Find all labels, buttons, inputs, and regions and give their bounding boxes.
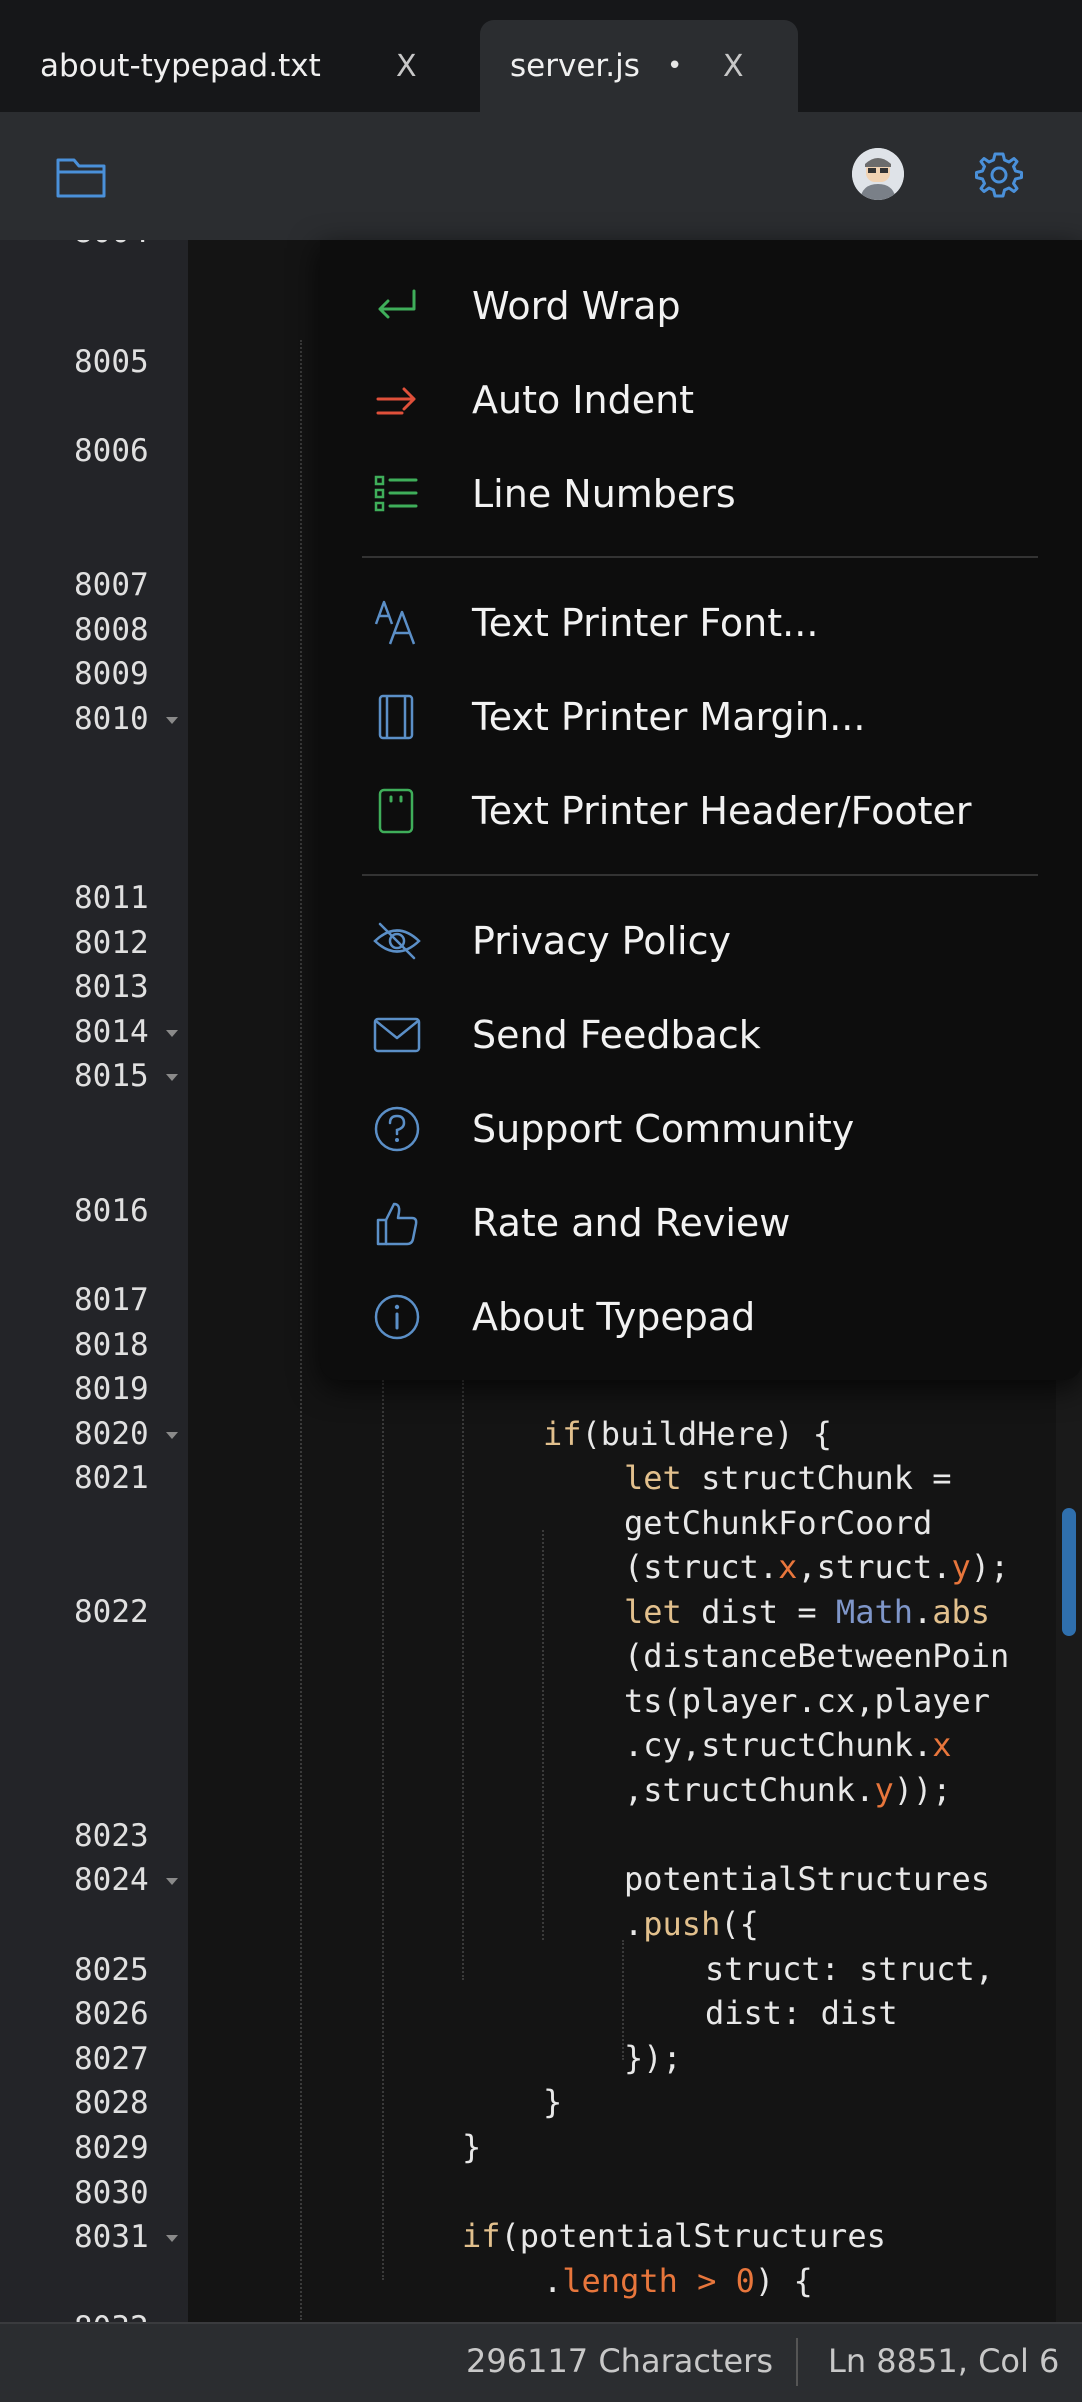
line-number: 8022 <box>74 1594 149 1630</box>
menu-item-about-typepad[interactable]: About Typepad <box>320 1277 1082 1357</box>
line-number: 8015 <box>74 1058 149 1094</box>
menu-item-text-printer-margin[interactable]: Text Printer Margin... <box>320 677 1082 757</box>
line-number: 8024 <box>74 1862 149 1898</box>
fold-toggle-icon[interactable] <box>166 1878 178 1885</box>
tab-about-typepad[interactable]: about-typepad.txt X <box>0 20 460 112</box>
settings-menu: Word Wrap Auto Indent Line Numbers Text … <box>320 240 1082 1380</box>
fold-toggle-icon[interactable] <box>166 1432 178 1439</box>
indent-guide <box>462 1380 464 1980</box>
line-number: 8020 <box>74 1416 149 1452</box>
menu-item-rate-and-review[interactable]: Rate and Review <box>320 1183 1082 1263</box>
code-line: .cy,structChunk.x <box>624 1726 952 1764</box>
fold-toggle-icon[interactable] <box>166 1074 178 1081</box>
line-number: 8012 <box>74 925 149 961</box>
line-number: 8021 <box>74 1460 149 1496</box>
character-count: 296117 Characters <box>466 2342 773 2380</box>
menu-item-line-numbers[interactable]: Line Numbers <box>320 454 1082 534</box>
menu-item-auto-indent[interactable]: Auto Indent <box>320 360 1082 440</box>
menu-item-text-printer-header-footer[interactable]: Text Printer Header/Footer <box>320 771 1082 851</box>
line-number: 8032 <box>74 2310 164 2322</box>
line-number: 8019 <box>74 1371 149 1407</box>
line-number: 8025 <box>74 1952 149 1988</box>
code-line: (distanceBetweenPoin <box>624 1637 1010 1675</box>
line-number: 8018 <box>74 1327 149 1363</box>
code-line: let structChunk = <box>624 1459 971 1497</box>
menu-item-text-printer-font[interactable]: Text Printer Font... <box>320 583 1082 663</box>
code-line: (struct.x,struct.y); <box>624 1548 1010 1586</box>
status-bar: 296117 Characters Ln 8851, Col 6 <box>0 2322 1082 2402</box>
line-number: 8011 <box>74 880 149 916</box>
status-divider <box>796 2338 798 2386</box>
code-line: } <box>462 2128 482 2166</box>
line-number: 8017 <box>74 1282 149 1318</box>
gear-icon[interactable] <box>972 148 1026 202</box>
code-line: .push({ <box>624 1905 759 1943</box>
indent-guide <box>300 340 302 2320</box>
fold-toggle-icon[interactable] <box>166 2235 178 2242</box>
line-number: 8005 <box>74 344 149 380</box>
menu-item-word-wrap[interactable]: Word Wrap <box>320 266 1082 346</box>
line-number: 8016 <box>74 1193 149 1229</box>
line-number: 8006 <box>74 433 149 469</box>
code-line: potentialStructures <box>624 1860 991 1898</box>
line-number: 8027 <box>74 2041 149 2077</box>
code-line: ts(player.cx,player <box>624 1682 991 1720</box>
line-number: 8029 <box>74 2130 149 2166</box>
folder-icon[interactable] <box>54 152 110 202</box>
menu-divider <box>362 556 1038 558</box>
eye-off-icon <box>372 916 422 966</box>
fold-toggle-icon[interactable] <box>166 717 178 724</box>
font-icon <box>372 598 422 648</box>
line-number: 8013 <box>74 969 149 1005</box>
menu-item-privacy-policy[interactable]: Privacy Policy <box>320 901 1082 981</box>
fold-toggle-icon[interactable] <box>166 1030 178 1037</box>
auto-indent-icon <box>372 375 422 425</box>
line-numbers-icon <box>372 469 422 519</box>
mail-icon <box>372 1010 422 1060</box>
tab-bar: about-typepad.txt X server.js • X <box>0 0 1082 112</box>
thumbs-up-icon <box>372 1198 422 1248</box>
code-line: struct: struct, <box>705 1950 994 1988</box>
line-number: 8023 <box>74 1818 149 1854</box>
avatar-icon[interactable] <box>852 148 904 200</box>
line-number: 8010 <box>74 701 149 737</box>
toolbar <box>0 112 1082 240</box>
code-line: if(buildHere) { <box>543 1415 832 1453</box>
margin-icon <box>372 692 422 742</box>
line-number: 8014 <box>74 1014 149 1050</box>
code-line: getChunkForCoord <box>624 1504 933 1542</box>
code-line: let dist = Math.abs <box>624 1593 991 1631</box>
cursor-position[interactable]: Ln 8851, Col 6 <box>828 2342 1059 2380</box>
info-icon <box>372 1292 422 1342</box>
indent-guide <box>382 1380 384 2280</box>
tab-label: about-typepad.txt <box>40 48 321 84</box>
unsaved-indicator: • <box>667 51 683 81</box>
menu-divider <box>362 874 1038 876</box>
question-icon <box>372 1104 422 1154</box>
tab-close-button[interactable]: X <box>723 49 744 84</box>
tab-close-button[interactable]: X <box>396 49 417 84</box>
line-number: 8008 <box>74 612 149 648</box>
line-number: 8026 <box>74 1996 149 2032</box>
line-number: 8007 <box>74 567 149 603</box>
menu-item-send-feedback[interactable]: Send Feedback <box>320 995 1082 1075</box>
word-wrap-icon <box>372 281 422 331</box>
code-line: } <box>543 2083 563 2121</box>
line-number: 8009 <box>74 656 149 692</box>
scrollbar-thumb[interactable] <box>1062 1508 1076 1636</box>
code-line: .length > 0) { <box>543 2262 813 2300</box>
code-line: ,structChunk.y)); <box>624 1771 952 1809</box>
line-number: 8004 <box>74 240 164 250</box>
line-number: 8030 <box>74 2175 149 2211</box>
menu-item-support-community[interactable]: Support Community <box>320 1089 1082 1169</box>
code-line: if(potentialStructures <box>462 2217 886 2255</box>
tab-label: server.js <box>510 48 640 84</box>
indent-guide <box>542 1530 544 1940</box>
tab-server-js[interactable]: server.js • X <box>480 20 798 112</box>
code-line: }); <box>624 2039 682 2077</box>
header-footer-icon <box>372 786 422 836</box>
line-number: 8028 <box>74 2085 149 2121</box>
code-line: dist: dist <box>705 1994 898 2032</box>
line-number: 8031 <box>74 2219 149 2255</box>
